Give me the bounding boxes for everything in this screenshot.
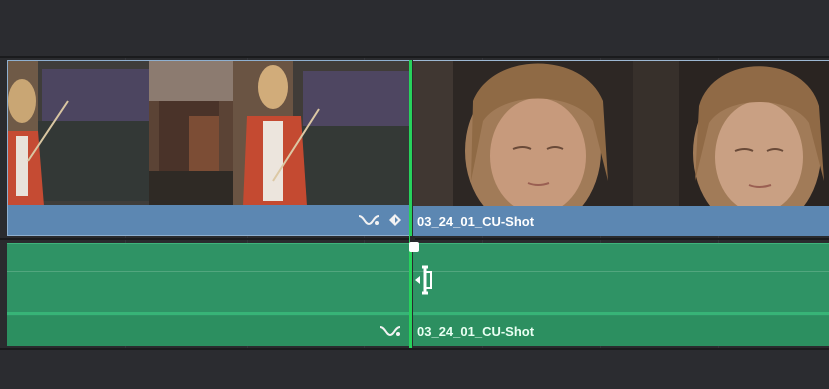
curve-icon[interactable]: [379, 324, 401, 343]
audio-level-line: [7, 271, 410, 272]
video-clip-right[interactable]: 03_24_01_CU-Shot: [413, 60, 829, 236]
timeline-panel[interactable]: 03_24_01_CU-Shot 03_24_01_CU-Shot: [0, 0, 829, 389]
clip-footer: [8, 205, 410, 235]
clip-footer: [7, 316, 410, 346]
empty-track-top: [0, 0, 829, 56]
thumbnail-frame: [233, 61, 410, 206]
audio-waveform: [413, 312, 829, 315]
clip-name-label: 03_24_01_CU-Shot: [417, 324, 535, 339]
audio-clip-right[interactable]: 03_24_01_CU-Shot: [413, 243, 829, 346]
empty-track-bottom: [0, 350, 829, 389]
edit-point-handle[interactable]: [409, 242, 419, 252]
keyframe-icon[interactable]: [388, 213, 402, 232]
thumbnail-frame: [413, 61, 679, 206]
clip-thumbnails: [413, 61, 829, 206]
audio-level-line: [413, 271, 829, 272]
thumbnail-frame: [8, 61, 149, 206]
edit-point-line[interactable]: [409, 60, 412, 348]
clip-footer: 03_24_01_CU-Shot: [413, 206, 829, 236]
track-divider: [0, 56, 829, 58]
trim-cursor-icon: [414, 265, 436, 300]
thumbnail-frame: [149, 61, 233, 206]
clip-footer: 03_24_01_CU-Shot: [413, 316, 829, 346]
thumbnail-frame: [679, 61, 829, 206]
audio-waveform: [7, 312, 410, 315]
curve-icon[interactable]: [358, 213, 380, 232]
video-clip-left[interactable]: [7, 60, 410, 236]
clip-name-label: 03_24_01_CU-Shot: [417, 214, 535, 229]
audio-clip-left[interactable]: [7, 243, 410, 346]
clip-thumbnails: [8, 61, 410, 206]
